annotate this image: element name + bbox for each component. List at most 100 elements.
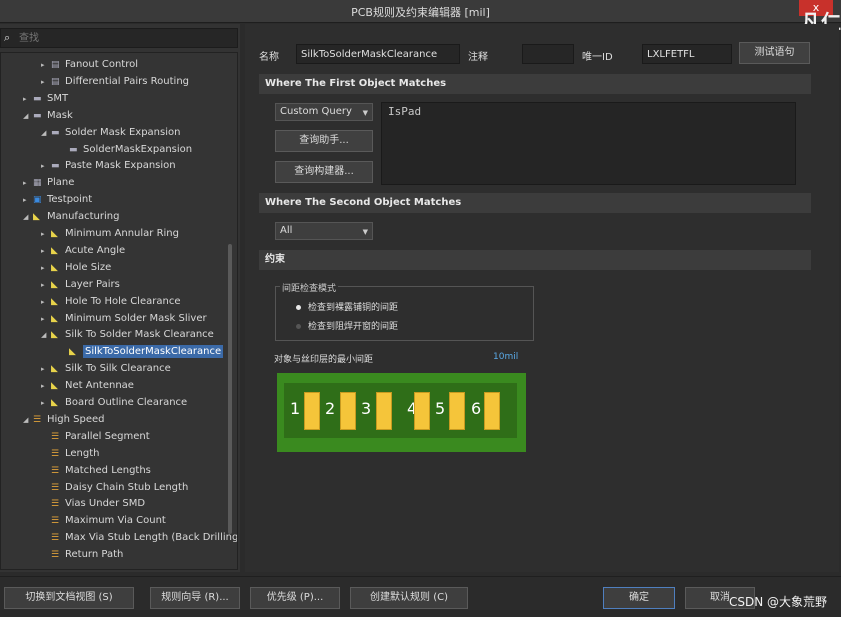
expand-arrow-icon[interactable]: ▸: [23, 91, 33, 107]
expand-arrow-icon[interactable]: ▸: [41, 226, 51, 242]
expand-arrow-icon[interactable]: ▸: [41, 243, 51, 259]
radio-selected-icon: [296, 305, 301, 310]
constraints-header: 约束: [259, 250, 811, 270]
tree-item[interactable]: ☰ Parallel Segment: [41, 429, 150, 445]
tree-item-label: Plane: [47, 177, 75, 189]
tree-item-label: Mask: [47, 109, 73, 121]
expand-arrow-icon[interactable]: ▸: [41, 311, 51, 327]
tree-item[interactable]: ◢ ◣ Manufacturing: [23, 209, 119, 225]
expand-arrow-icon[interactable]: ▸: [41, 395, 51, 411]
query-helper-button[interactable]: 查询助手...: [275, 130, 373, 152]
tree-item[interactable]: ☰ Daisy Chain Stub Length: [41, 480, 188, 496]
tree-item-label: Solder Mask Expansion: [65, 126, 181, 138]
tree-item[interactable]: ▸ ◣ Silk To Silk Clearance: [41, 361, 171, 377]
tree-item[interactable]: ☰ Max Via Stub Length (Back Drilling): [41, 530, 237, 546]
tree-item[interactable]: ▸ ▬ Paste Mask Expansion: [41, 158, 176, 174]
tree-scrollbar[interactable]: [228, 244, 232, 534]
create-default-rules-button[interactable]: 创建默认规则 (C): [350, 587, 468, 609]
category-icon: ▬: [33, 93, 42, 104]
category-icon: ▬: [69, 144, 78, 155]
highspeed-icon: ☰: [51, 533, 60, 544]
expand-arrow-icon[interactable]: ▸: [41, 57, 51, 73]
tree-item[interactable]: ☰ Matched Lengths: [41, 463, 151, 479]
highspeed-icon: ☰: [51, 448, 60, 459]
tree-item[interactable]: ▸ ◣ Board Outline Clearance: [41, 395, 187, 411]
name-field[interactable]: SilkToSolderMaskClearance: [296, 44, 460, 64]
tree-item-label: Acute Angle: [65, 244, 126, 256]
pad: [340, 392, 356, 430]
expand-arrow-icon[interactable]: ▸: [41, 378, 51, 394]
rule-wizard-button[interactable]: 规则向导 (R)...: [150, 587, 240, 609]
query-type-select[interactable]: Custom Query ▼: [275, 103, 373, 121]
pad-number: 2: [325, 399, 336, 418]
tree-item[interactable]: ☰ Vias Under SMD: [41, 496, 145, 512]
query-builder-button[interactable]: 查询构建器...: [275, 161, 373, 183]
tree-item[interactable]: ▸ ◣ Hole To Hole Clearance: [41, 294, 180, 310]
tree-item-label: Return Path: [65, 549, 124, 561]
pad: [484, 392, 500, 430]
check-mode-group: 间距检查模式: [275, 281, 534, 341]
expand-arrow-icon[interactable]: ▸: [41, 277, 51, 293]
tree-item[interactable]: ▸ ▣ Testpoint: [23, 192, 92, 208]
radio-exposed-copper[interactable]: 检查到裸露铺铜的间距: [296, 300, 398, 313]
collapse-arrow-icon[interactable]: ◢: [41, 327, 51, 343]
rules-tree[interactable]: ▸ ▤ Fanout Control ▸ ▤ Differential Pairs Rou…: [0, 52, 238, 570]
tree-item-label: Minimum Annular Ring: [65, 228, 179, 239]
tree-item[interactable]: ▸ ▤ Fanout Control: [41, 57, 138, 73]
second-scope-value: All: [280, 225, 293, 236]
test-query-button[interactable]: 测试语句: [739, 42, 810, 64]
tree-item[interactable]: ◢ ☰ High Speed: [23, 412, 105, 428]
tree-item[interactable]: ▬ SolderMaskExpansion: [59, 142, 192, 158]
tree-item[interactable]: ▸ ◣ Minimum Solder Mask Sliver: [41, 311, 207, 327]
expand-arrow-icon[interactable]: ▸: [41, 158, 51, 174]
tree-item-label: Manufacturing: [47, 211, 120, 223]
tree-item[interactable]: ▸ ◣ Hole Size: [41, 260, 111, 276]
query-editor[interactable]: IsPad: [381, 102, 796, 185]
tree-item[interactable]: ▸ ◣ Minimum Annular Ring: [41, 226, 179, 242]
category-icon: ▤: [51, 60, 60, 70]
expand-arrow-icon[interactable]: ▸: [41, 260, 51, 276]
priority-button[interactable]: 优先级 (P)...: [250, 587, 340, 609]
collapse-arrow-icon[interactable]: ◢: [23, 412, 33, 428]
collapse-arrow-icon[interactable]: ◢: [23, 209, 33, 225]
tree-item[interactable]: ☰ Maximum Via Count: [41, 513, 166, 529]
tree-item[interactable]: ▸ ▤ Differential Pairs Routing: [41, 74, 189, 90]
pad-number: 6: [471, 399, 482, 418]
tree-item[interactable]: ☰ Length: [41, 446, 100, 462]
collapse-arrow-icon[interactable]: ◢: [41, 125, 51, 141]
collapse-arrow-icon[interactable]: ◢: [23, 108, 33, 124]
expand-arrow-icon[interactable]: ▸: [41, 361, 51, 377]
tree-item[interactable]: ◣ SilkToSolderMaskClearance: [59, 344, 224, 360]
comment-label: 注释: [468, 52, 488, 63]
tree-item[interactable]: ▸ ▬ SMT: [23, 91, 68, 107]
tree-item[interactable]: ◢ ▬ Solder Mask Expansion: [41, 125, 180, 141]
tree-item[interactable]: ☰ Return Path: [41, 547, 123, 563]
ok-button[interactable]: 确定: [603, 587, 675, 609]
search-box[interactable]: ⌕: [0, 28, 238, 48]
second-scope-select[interactable]: All ▼: [275, 222, 373, 240]
uid-field[interactable]: LXLFETFL: [642, 44, 732, 64]
document-view-button[interactable]: 切换到文档视图 (S): [4, 587, 134, 609]
highspeed-icon: ☰: [33, 414, 42, 425]
expand-arrow-icon[interactable]: ▸: [23, 192, 33, 208]
rule-icon: ◣: [51, 229, 58, 239]
expand-arrow-icon[interactable]: ▸: [23, 175, 33, 191]
comment-field[interactable]: [522, 44, 574, 64]
min-gap-value[interactable]: 10mil: [493, 352, 518, 362]
title-bar: PCB规则及约束编辑器 [mil] x: [0, 0, 841, 23]
tree-item[interactable]: ▸ ◣ Acute Angle: [41, 243, 125, 259]
rule-icon: ◣: [33, 212, 40, 223]
tree-item-label: Board Outline Clearance: [65, 397, 188, 408]
window-title: PCB规则及约束编辑器 [mil]: [351, 6, 490, 19]
search-input[interactable]: [17, 30, 231, 46]
tree-item[interactable]: ▸ ▦ Plane: [23, 175, 74, 191]
expand-arrow-icon[interactable]: ▸: [41, 74, 51, 90]
tree-item[interactable]: ◢ ◣ Silk To Solder Mask Clearance: [41, 327, 214, 343]
expand-arrow-icon[interactable]: ▸: [41, 294, 51, 310]
radio-mask-opening[interactable]: 检查到阻焊开窗的间距: [296, 319, 398, 332]
tree-item[interactable]: ▸ ◣ Net Antennae: [41, 378, 134, 394]
pad: [304, 392, 320, 430]
tree-item[interactable]: ▸ ◣ Layer Pairs: [41, 277, 120, 293]
tree-item-label: Maximum Via Count: [65, 515, 166, 527]
tree-item[interactable]: ◢ ▬ Mask: [23, 108, 73, 124]
